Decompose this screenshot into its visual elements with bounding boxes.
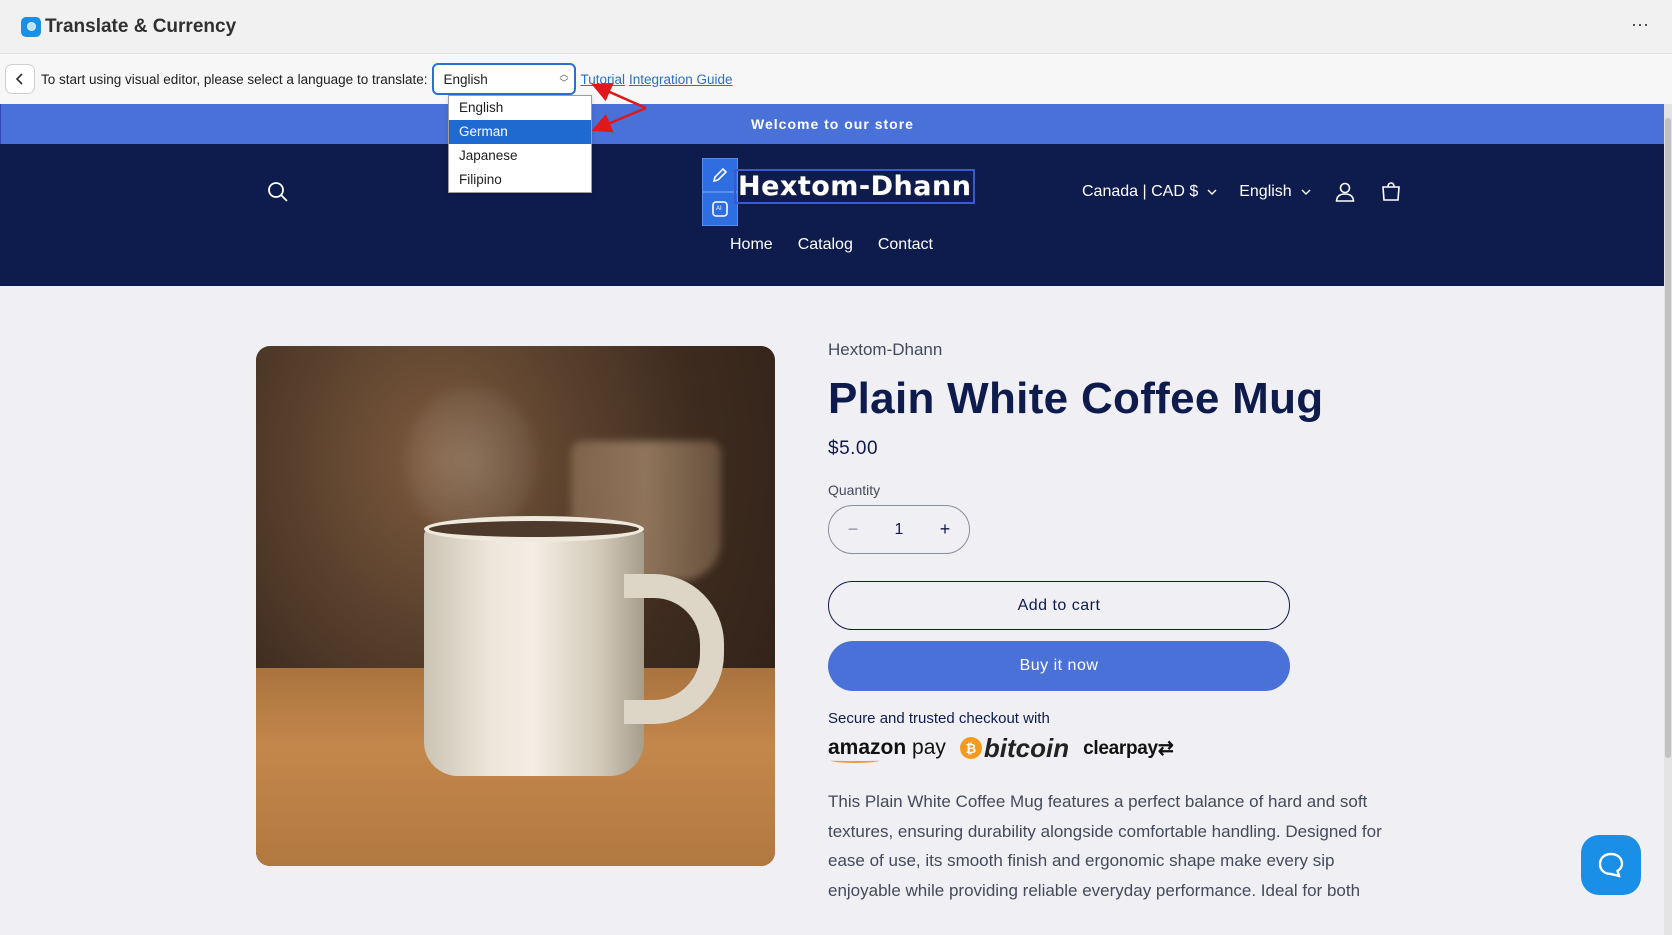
- quantity-stepper: − 1 +: [828, 505, 970, 554]
- app-title: Translate & Currency: [45, 15, 237, 37]
- secure-checkout-text: Secure and trusted checkout with: [828, 710, 1050, 727]
- product-image[interactable]: [256, 346, 775, 866]
- country-currency-label: Canada | CAD $: [1082, 183, 1199, 200]
- nav-home[interactable]: Home: [730, 236, 773, 254]
- chat-bubble-icon: [1598, 852, 1624, 878]
- globe-icon: [21, 16, 41, 37]
- payment-logos: amazon pay ₿ bitcoin clearpay⇄: [828, 733, 1408, 763]
- quantity-label: Quantity: [828, 482, 881, 498]
- quantity-increase-button[interactable]: +: [937, 519, 953, 540]
- annotation-arrow-to-select: [591, 82, 647, 110]
- pencil-icon: [712, 167, 728, 183]
- storefront-preview: Welcome to our store AI Hextom-Dhann Can…: [0, 104, 1664, 935]
- select-arrows-icon: ︿ ﹀: [559, 69, 569, 88]
- language-option-german[interactable]: German: [449, 120, 591, 144]
- product-vendor: Hextom-Dhann: [828, 340, 943, 359]
- bitcoin-icon: ₿: [959, 737, 982, 759]
- buy-now-button[interactable]: Buy it now: [828, 641, 1290, 691]
- translation-language-select[interactable]: English ︿ ﹀: [432, 63, 577, 95]
- store-header: AI Hextom-Dhann Canada | CAD $ English H…: [0, 144, 1664, 286]
- clearpay-logo: clearpay⇄: [1083, 737, 1174, 759]
- cart-icon[interactable]: [1379, 180, 1403, 204]
- product-title: Plain White Coffee Mug: [828, 374, 1324, 423]
- edit-text-button[interactable]: [702, 158, 738, 192]
- quantity-decrease-button[interactable]: −: [845, 519, 861, 540]
- chevron-down-icon: [1301, 189, 1311, 195]
- svg-text:AI: AI: [716, 206, 722, 212]
- search-icon[interactable]: [266, 180, 290, 204]
- product-description: This Plain White Coffee Mug features a p…: [828, 792, 1382, 900]
- app-header: Translate & Currency ⋯: [0, 0, 1672, 54]
- store-brand[interactable]: Hextom-Dhann: [733, 169, 976, 204]
- annotation-arrows: [591, 82, 647, 133]
- language-prompt: To start using visual editor, please sel…: [41, 71, 428, 87]
- store-language-label: English: [1239, 183, 1292, 200]
- language-option-english[interactable]: English: [449, 96, 591, 120]
- visual-editor-bar: To start using visual editor, please sel…: [0, 54, 1672, 104]
- bitcoin-logo: ₿ bitcoin: [959, 733, 1069, 764]
- ai-icon: AI: [712, 201, 728, 217]
- add-to-cart-button[interactable]: Add to cart: [828, 581, 1290, 630]
- language-dropdown-list: English German Japanese Filipino: [448, 95, 592, 193]
- header-utilities: Canada | CAD $ English: [1082, 180, 1403, 204]
- product-info: Hextom-Dhann Plain White Coffee Mug $5.0…: [828, 340, 1408, 905]
- store-language-selector[interactable]: English: [1239, 183, 1311, 201]
- chevron-down-icon: [1207, 189, 1217, 195]
- scrollbar-thumb[interactable]: [1665, 118, 1671, 758]
- visual-editor-tools: AI: [702, 158, 738, 226]
- annotation-arrow-to-german: [591, 106, 647, 133]
- amazon-pay-logo: amazon pay: [828, 736, 946, 763]
- translation-language-value: English: [443, 71, 488, 87]
- product-price: $5.00: [828, 438, 879, 459]
- page-scrollbar[interactable]: [1664, 104, 1672, 935]
- language-option-japanese[interactable]: Japanese: [449, 144, 591, 168]
- nav-contact[interactable]: Contact: [878, 236, 933, 254]
- account-icon[interactable]: [1333, 180, 1357, 204]
- main-nav: Home Catalog Contact: [730, 236, 933, 254]
- quantity-value[interactable]: 1: [895, 521, 904, 539]
- language-option-filipino[interactable]: Filipino: [449, 168, 591, 192]
- nav-catalog[interactable]: Catalog: [798, 236, 853, 254]
- chevron-left-icon: [15, 73, 23, 85]
- chat-button[interactable]: [1581, 835, 1641, 895]
- country-currency-selector[interactable]: Canada | CAD $: [1082, 183, 1217, 201]
- ai-translate-button[interactable]: AI: [702, 192, 738, 226]
- more-options-button[interactable]: ⋯: [1631, 15, 1650, 36]
- announcement-bar: Welcome to our store: [0, 104, 1664, 144]
- back-button[interactable]: [5, 64, 35, 94]
